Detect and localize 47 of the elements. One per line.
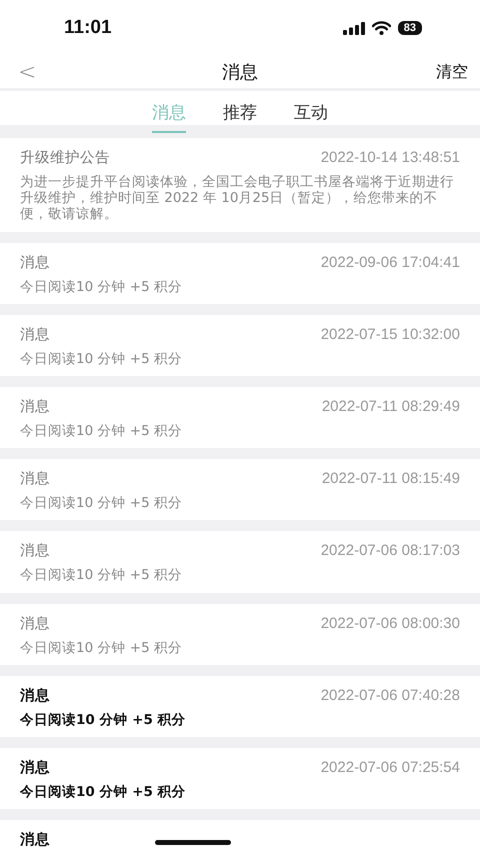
message-text: 今日阅读10 分钟 +5 积分 xyxy=(20,640,183,656)
message-time: 2022-07-06 07:25:54 xyxy=(320,758,460,776)
message-card[interactable]: 消息 xyxy=(0,820,480,853)
message-text: 今日阅读10 分钟 +5 积分 xyxy=(20,712,187,728)
message-text: 今日阅读10 分钟 +5 积分 xyxy=(20,567,183,584)
message-time: 2022-07-11 08:29:49 xyxy=(322,398,460,415)
message-title: 消息 xyxy=(20,470,50,488)
message-time: 2022-07-06 07:40:28 xyxy=(320,686,460,704)
message-time: 2022-07-06 08:00:30 xyxy=(320,614,460,632)
message-time: 2022-07-06 08:17:03 xyxy=(320,542,460,560)
message-card[interactable]: 消息 2022-07-06 08:00:30 今日阅读10 分钟 +5 积分 xyxy=(0,604,480,665)
message-text: 为进一步提升平台阅读体验，全国工会电子职工书屋各端将于近期进行升级维护，维护时间至 2022 年 10月25日（暂定），给您带来的不便，敬请谅解。 xyxy=(20,174,455,223)
message-title: 升级维护公告 xyxy=(20,148,110,167)
message-time: 2022-09-06 17:04:41 xyxy=(320,254,460,271)
message-time: 2022-10-14 13:48:51 xyxy=(320,149,460,166)
message-text: 今日阅读10 分钟 +5 积分 xyxy=(20,422,183,440)
message-title: 消息 xyxy=(20,830,50,850)
message-text: 今日阅读10 分钟 +5 积分 xyxy=(20,350,183,367)
message-card[interactable]: 消息 2022-07-06 07:25:54 今日阅读10 分钟 +5 积分 xyxy=(0,748,480,810)
message-title: 消息 xyxy=(20,326,50,344)
page-title: 消息 xyxy=(222,61,258,84)
message-title: 消息 xyxy=(20,254,50,272)
message-text: 今日阅读10 分钟 +5 积分 xyxy=(20,278,183,295)
message-card[interactable]: 消息 2022-07-15 10:32:00 今日阅读10 分钟 +5 积分 xyxy=(0,314,480,376)
tab[interactable]: 互动 xyxy=(294,101,328,133)
message-card[interactable]: 消息 2022-07-06 07:40:28 今日阅读10 分钟 +5 积分 xyxy=(0,676,480,737)
message-text: 今日阅读10 分钟 +5 积分 xyxy=(20,495,183,512)
battery-level: 83 xyxy=(398,21,422,35)
message-card[interactable]: 消息 2022-07-06 08:17:03 今日阅读10 分钟 +5 积分 xyxy=(0,531,480,592)
message-card[interactable]: 消息 2022-07-11 08:15:49 今日阅读10 分钟 +5 积分 xyxy=(0,459,480,520)
back-button[interactable]: < xyxy=(18,60,36,84)
message-card[interactable]: 消息 2022-09-06 17:04:41 今日阅读10 分钟 +5 积分 xyxy=(0,242,480,304)
status-time: 11:01 xyxy=(64,17,112,39)
message-title: 消息 xyxy=(20,614,50,632)
message-time: 2022-07-15 10:32:00 xyxy=(320,326,460,343)
message-title: 消息 xyxy=(20,758,50,777)
message-time: 2022-07-11 08:15:49 xyxy=(322,470,460,488)
signal-icon xyxy=(342,22,365,34)
message-card[interactable]: 消息 2022-07-11 08:29:49 今日阅读10 分钟 +5 积分 xyxy=(0,386,480,448)
message-text: 今日阅读10 分钟 +5 积分 xyxy=(20,784,187,800)
wifi-icon xyxy=(372,21,391,35)
clear-button[interactable]: 清空 xyxy=(436,62,468,82)
message-title: 消息 xyxy=(20,398,50,416)
tab[interactable]: 推荐 xyxy=(223,101,257,133)
message-title: 消息 xyxy=(20,686,50,705)
message-card[interactable]: 升级维护公告 2022-10-14 13:48:51 为进一步提升平台阅读体验，全国工会电子职工书屋各端将于近期进行升级维护，维护时间至 2022 年 10月25日（暂定），给您带来的不便，敬请谅解。 xyxy=(0,138,480,232)
message-title: 消息 xyxy=(20,542,50,560)
